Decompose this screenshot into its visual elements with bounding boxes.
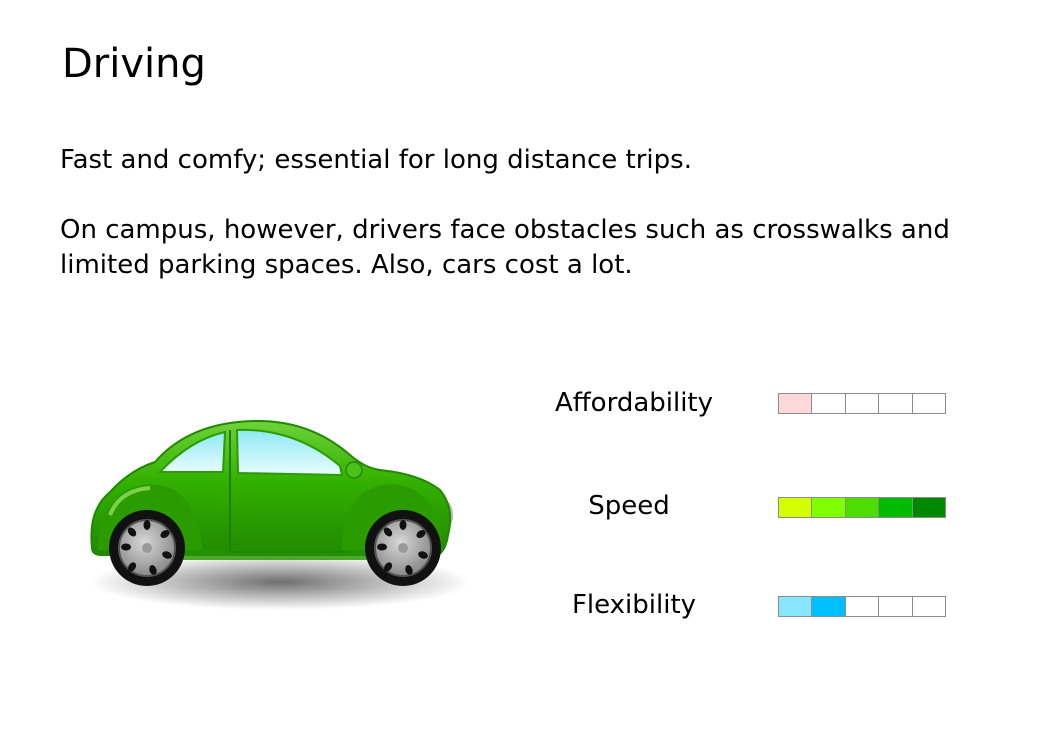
rating-cell-filled xyxy=(878,497,913,518)
slide-title: Driving xyxy=(62,41,206,87)
rating-cell-filled xyxy=(844,497,880,518)
rating-cell-filled xyxy=(778,596,813,617)
rating-cell-empty xyxy=(878,596,913,617)
rating-cell-filled xyxy=(811,497,846,518)
description-intro: Fast and comfy; essential for long dista… xyxy=(60,145,692,175)
rating-cell-filled xyxy=(778,393,813,414)
flexibility-label: Flexibility xyxy=(571,590,697,620)
rating-cell-empty xyxy=(911,393,946,414)
rating-cell-filled xyxy=(778,497,813,518)
rating-cell-filled xyxy=(811,596,846,617)
affordability-meter xyxy=(778,393,946,414)
affordability-label: Affordability xyxy=(554,388,714,418)
speed-meter xyxy=(778,497,946,518)
rating-cell-empty xyxy=(878,393,913,414)
rating-cell-empty xyxy=(844,596,880,617)
speed-label: Speed xyxy=(588,491,670,521)
rating-cell-filled xyxy=(911,497,946,518)
flexibility-meter xyxy=(778,596,946,617)
car-icon xyxy=(90,419,470,610)
rating-cell-empty xyxy=(844,393,880,414)
description-details: On campus, however, drivers face obstacl… xyxy=(60,215,950,280)
rating-cell-empty xyxy=(911,596,946,617)
rating-cell-empty xyxy=(811,393,846,414)
